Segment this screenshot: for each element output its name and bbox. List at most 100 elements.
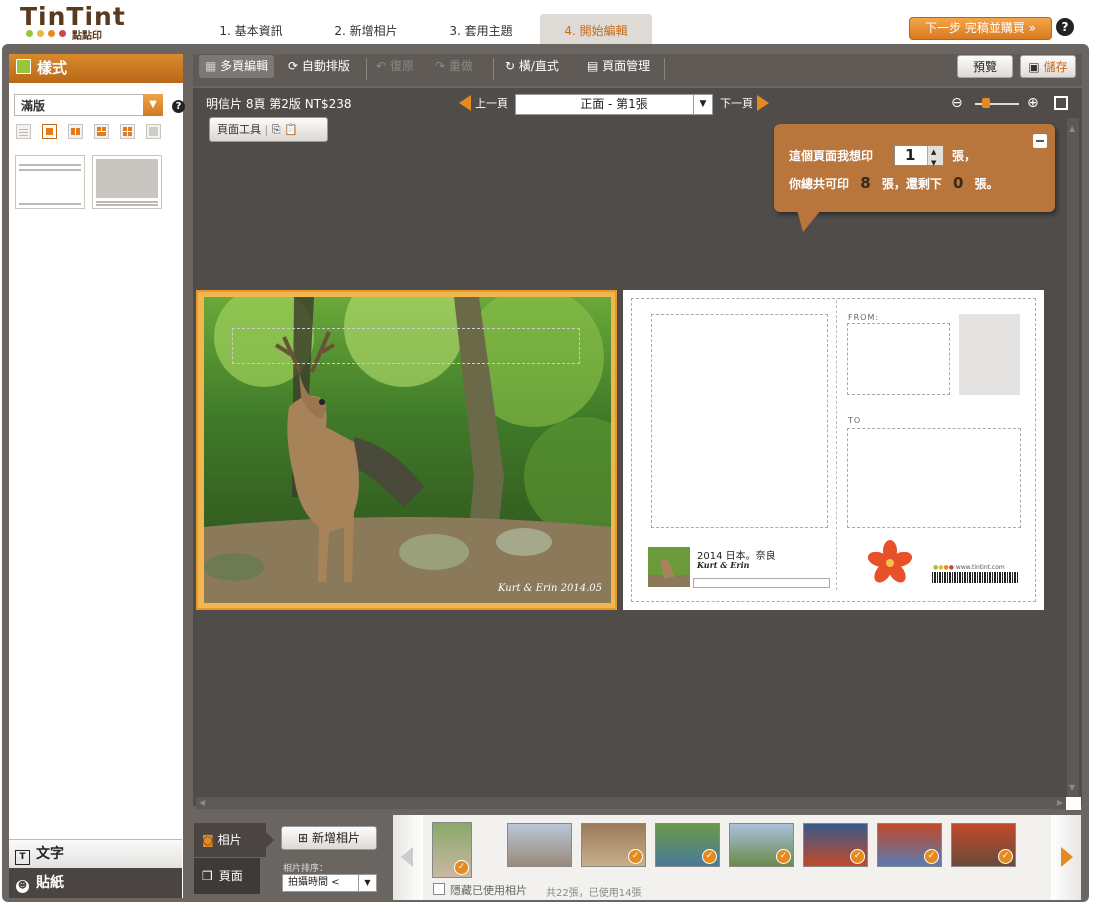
save-icon: ▣ <box>1028 60 1040 74</box>
layout-lines-icon[interactable] <box>16 124 31 139</box>
small-deer-photo[interactable] <box>648 547 690 587</box>
check-icon: ✓ <box>702 849 717 864</box>
layout-thumb-lines[interactable] <box>15 155 85 209</box>
page-tab[interactable]: ❒ 頁面 <box>194 858 260 894</box>
fit-screen-icon[interactable] <box>1054 96 1068 110</box>
add-photo-button[interactable]: ⊞ 新增相片 <box>281 826 377 850</box>
print-quantity-bubble: 這個頁面我想印 張， 你總共可印 8 張，還剩下 0 張。 <box>774 124 1055 212</box>
prev-page-button[interactable]: 上一頁 <box>459 95 508 111</box>
redo-button[interactable]: ↷ 重做 <box>435 55 473 78</box>
page-manage-button[interactable]: ▤ 頁面管理 <box>587 55 650 78</box>
layout-four-icon[interactable] <box>120 124 135 139</box>
layout-grid-icon[interactable] <box>146 124 161 139</box>
from-area[interactable] <box>847 323 950 395</box>
photo-sort-label: 相片排序： <box>283 864 329 874</box>
website-text: ●●●● www.tintint.com <box>933 564 1005 571</box>
save-button[interactable]: ▣ 儲存 <box>1020 55 1076 78</box>
minimize-icon[interactable] <box>1033 134 1047 148</box>
photo-thumb[interactable] <box>507 823 572 867</box>
vertical-scrollbar[interactable]: ▲ ▼ <box>1067 118 1079 798</box>
page-select[interactable]: 正面 - 第1張 ▼ <box>515 94 713 115</box>
layout-two-icon[interactable] <box>68 124 83 139</box>
photo-sort-select[interactable]: 拍攝時間 < ▼ <box>282 874 377 892</box>
zoom-slider-handle[interactable] <box>982 98 990 108</box>
arrow-left-icon <box>459 95 471 111</box>
page-tools-label: 頁面工具 <box>217 123 261 136</box>
to-area[interactable] <box>847 428 1021 528</box>
step-start-edit[interactable]: 4. 開始編輯 <box>540 14 652 44</box>
paste-icon[interactable]: 📋 <box>284 123 298 136</box>
layout-three-icon[interactable] <box>94 124 109 139</box>
next-finish-purchase-button[interactable]: 下一步 完稿並購買 » <box>909 17 1052 40</box>
photo-thumb[interactable]: ✓ <box>432 822 472 878</box>
photo-tab[interactable]: ◙ 相片 <box>194 823 274 857</box>
tintint-logo: TinTint 點點印 <box>20 2 130 42</box>
photo-count: 共22張，已使用14張 <box>546 888 642 899</box>
strip-prev-button[interactable] <box>393 815 423 900</box>
help-icon[interactable]: ? <box>1056 18 1074 36</box>
step-basic-info[interactable]: 1. 基本資訊 <box>205 14 297 44</box>
check-icon: ✓ <box>998 849 1013 864</box>
style-panel-header: 樣式 <box>9 54 183 83</box>
stepper-arrows[interactable]: ▲ ▼ <box>927 146 943 167</box>
strip-next-button[interactable] <box>1051 815 1081 900</box>
text-tab[interactable]: T 文字 <box>9 839 182 868</box>
photo-signature: Kurt & Erin 2014.05 <box>497 583 602 594</box>
bubble-tail <box>797 210 821 232</box>
page-manage-icon: ▤ <box>587 59 599 73</box>
flower-sticker[interactable] <box>864 540 916 589</box>
photo-thumb[interactable]: ✓ <box>655 823 720 867</box>
photo-thumb[interactable]: ✓ <box>581 823 646 867</box>
preview-button[interactable]: 預覽 <box>957 55 1013 78</box>
step-apply-theme[interactable]: 3. 套用主題 <box>435 14 527 44</box>
check-icon: ✓ <box>924 849 939 864</box>
layout-select[interactable]: 滿版 ▼ <box>14 94 163 116</box>
caption-input-box[interactable] <box>693 578 830 588</box>
sticker-tab[interactable]: ☻ 貼紙 <box>9 868 182 898</box>
logo-subtitle: 點點印 <box>72 31 102 42</box>
bubble-line-1: 這個頁面我想印 <box>789 149 874 163</box>
check-icon: ✓ <box>454 860 469 875</box>
copy-icon[interactable]: ⎘ <box>272 123 281 136</box>
horizontal-scrollbar[interactable]: ◀ ▶ <box>196 797 1066 809</box>
total-count: 8 <box>860 174 871 192</box>
sticker-tab-label: 貼紙 <box>36 875 64 891</box>
remaining-count: 0 <box>953 174 964 192</box>
next-page-button[interactable]: 下一頁 <box>720 95 769 111</box>
zoom-out-icon[interactable]: ⊖ <box>951 95 967 111</box>
layout-help-icon[interactable]: ? <box>172 100 185 113</box>
check-icon: ✓ <box>850 849 865 864</box>
undo-icon: ↶ <box>376 59 387 73</box>
photo-thumb[interactable]: ✓ <box>877 823 942 867</box>
text-selection-box[interactable] <box>232 328 580 364</box>
multi-page-edit-button[interactable]: ▦ 多頁編輯 <box>199 55 275 78</box>
photo-thumb[interactable]: ✓ <box>729 823 794 867</box>
to-label: TO <box>848 416 862 425</box>
check-icon: ✓ <box>628 849 643 864</box>
page-select-value: 正面 - 第1張 <box>580 97 648 111</box>
style-icon <box>16 59 31 74</box>
auto-layout-button[interactable]: ⟳ 自動排版 <box>288 55 350 78</box>
message-area[interactable] <box>651 314 828 528</box>
layout-thumb-full[interactable] <box>92 155 162 209</box>
check-icon: ✓ <box>776 849 791 864</box>
layout-select-value: 滿版 <box>21 99 46 113</box>
checkbox-icon <box>433 883 445 895</box>
stamp-area[interactable] <box>959 314 1020 395</box>
layout-full-icon[interactable] <box>42 124 57 139</box>
barcode <box>932 572 1018 583</box>
hide-used-checkbox[interactable]: 隱藏已使用相片 <box>433 882 527 898</box>
chevron-down-icon: ▼ <box>143 94 163 116</box>
undo-button[interactable]: ↶ 復原 <box>376 55 414 78</box>
step-add-photos[interactable]: 2. 新增相片 <box>320 14 412 44</box>
photo-thumb[interactable]: ✓ <box>951 823 1016 867</box>
orientation-button[interactable]: ↻ 橫/直式 <box>505 55 559 78</box>
chevron-down-icon: ▼ <box>358 875 376 891</box>
zoom-in-icon[interactable]: ⊕ <box>1027 95 1043 111</box>
rotate-icon: ↻ <box>505 59 516 73</box>
product-info: 明信片 8頁 第2版 NT$238 <box>206 97 352 111</box>
photo-thumb[interactable]: ✓ <box>803 823 868 867</box>
quantity-stepper[interactable]: 1 ▲ ▼ <box>894 145 944 167</box>
arrow-right-icon <box>757 95 769 111</box>
chevron-down-icon: ▼ <box>693 95 712 114</box>
